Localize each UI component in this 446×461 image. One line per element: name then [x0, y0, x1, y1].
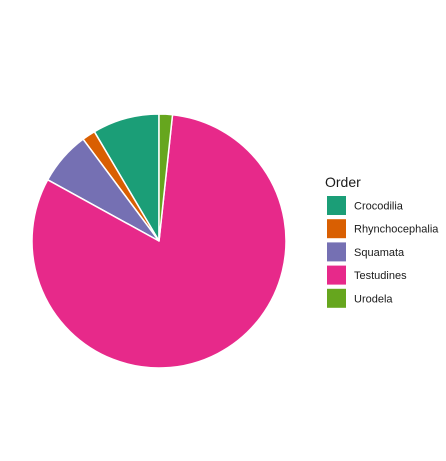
legend-label-urodela: Urodela: [354, 293, 393, 305]
legend-title: Order: [325, 174, 361, 190]
legend-label-crocodilia: Crocodilia: [354, 201, 404, 213]
legend-items: Crocodilia Rhynchocephalia Squamata Testudi…: [327, 196, 439, 308]
legend-key-testudines: [327, 265, 346, 285]
legend-key-urodela: [327, 288, 346, 308]
legend-label-squamata: Squamata: [354, 247, 405, 259]
legend-label-rhynchocephalia: Rhynchocephalia: [354, 224, 439, 236]
pie-slices: [31, 113, 287, 369]
legend-key-crocodilia: [327, 196, 346, 215]
legend-key-squamata: [327, 242, 346, 262]
legend-key-rhynchocephalia: [327, 219, 346, 239]
pie-chart: Order Crocodilia Rhynchocephalia Squamata T…: [31, 113, 439, 369]
legend-label-testudines: Testudines: [354, 270, 407, 282]
legend: Order Crocodilia Rhynchocephalia Squamata T…: [325, 174, 439, 308]
